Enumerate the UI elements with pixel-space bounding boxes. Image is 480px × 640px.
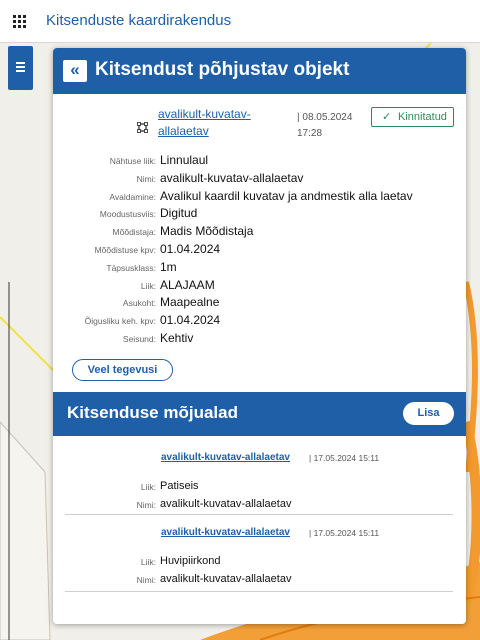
more-actions-button[interactable]: Veel tegevusi	[72, 359, 173, 381]
property-row: Seisund: Kehtiv	[53, 330, 466, 348]
zone-name-label: Nimi:	[136, 575, 156, 585]
zone-type-value: Patiseis	[160, 480, 199, 492]
property-label: Mõõdistaja:	[112, 227, 156, 238]
property-label: Nimi:	[136, 173, 156, 184]
zone-name-label: Nimi:	[136, 500, 156, 510]
zones-section-title: Kitsenduse mõjualad	[67, 403, 238, 422]
property-row: Mõõdistuse kpv: 01.04.2024	[53, 241, 466, 259]
property-row: Liik: ALAJAAM	[53, 277, 466, 295]
object-square-icon	[137, 122, 148, 133]
status-badge-label: Kinnitatud	[398, 111, 447, 123]
zone-item: avalikult-kuvatav-allalaetav | 17.05.202…	[53, 527, 466, 587]
property-label: Õigusliku keh. kpv:	[84, 316, 156, 327]
property-value: ALAJAAM	[160, 277, 215, 292]
property-row: Avaldamine: Avalikul kaardil kuvatav ja a…	[53, 188, 466, 206]
object-summary: avalikult-kuvatav-allalaetav | 08.05.202…	[53, 106, 466, 150]
property-label: Nähtuse liik:	[109, 156, 156, 166]
panel-header: « Kitsendust põhjustav objekt	[53, 48, 466, 94]
zone-type-label: Liik:	[140, 482, 156, 492]
object-panel: « Kitsendust põhjustav objekt avalikult-…	[53, 48, 466, 624]
zone-name-value: avalikult-kuvatav-allalaetav	[160, 498, 292, 510]
object-date: | 08.05.2024 17:28	[297, 112, 353, 139]
zone-name-value: avalikult-kuvatav-allalaetav	[160, 573, 292, 585]
zone-type-label: Liik:	[140, 557, 156, 567]
property-label: Moodustusviis:	[99, 209, 156, 220]
property-row: Mõõdistaja: Madis Mõõdistaja	[53, 223, 466, 241]
property-row: Moodustusviis: Digitud	[53, 205, 466, 223]
property-value: 01.04.2024	[160, 313, 221, 328]
object-link[interactable]: avalikult-kuvatav-allalaetav	[158, 106, 278, 140]
check-icon: ✓	[382, 111, 392, 123]
object-properties: Nähtuse liik: Linnulaul Nimi: avalikult-ku…	[53, 152, 466, 348]
property-row: Õigusliku keh. kpv: 01.04.2024	[53, 312, 466, 330]
app-title: Kitsenduste kaardirakendus	[46, 12, 232, 29]
property-label: Liik:	[140, 280, 156, 291]
zone-item: avalikult-kuvatav-allalaetav | 17.05.202…	[53, 452, 466, 512]
property-value: Kehtiv	[160, 330, 194, 345]
zone-link[interactable]: avalikult-kuvatav-allalaetav	[161, 452, 290, 463]
divider	[65, 591, 453, 592]
divider	[65, 514, 453, 515]
apps-grid-icon[interactable]	[13, 15, 26, 28]
top-bar: Kitsenduste kaardirakendus	[0, 0, 480, 43]
panel-title: Kitsendust põhjustav objekt	[95, 59, 350, 80]
property-label: Täpsusklass:	[106, 262, 156, 273]
property-label: Mõõdistuse kpv:	[94, 244, 156, 255]
layers-panel-toggle[interactable]	[8, 46, 33, 90]
property-row: Asukoht: Maapealne	[53, 294, 466, 312]
property-value: Madis Mõõdistaja	[160, 224, 254, 239]
zone-timestamp: | 17.05.2024 15:11	[309, 528, 380, 538]
property-label: Avaldamine:	[109, 191, 156, 202]
zone-link[interactable]: avalikult-kuvatav-allalaetav	[161, 527, 290, 538]
double-chevron-left-icon[interactable]: «	[63, 60, 87, 82]
property-value: Digitud	[160, 206, 198, 221]
property-value: Maapealne	[160, 295, 220, 310]
zones-section-header: Kitsenduse mõjualad Lisa	[53, 392, 466, 436]
property-value: 01.04.2024	[160, 241, 221, 256]
status-badge: ✓ Kinnitatud	[371, 107, 454, 127]
property-row: Täpsusklass: 1m	[53, 259, 466, 277]
property-value: Linnulaul	[160, 153, 209, 167]
property-value: Avalikul kaardil kuvatav ja andmestik al…	[160, 188, 413, 203]
zone-type-value: Huvipiirkond	[160, 555, 221, 567]
zone-timestamp: | 17.05.2024 15:11	[309, 453, 380, 463]
property-row: Nimi: avalikult-kuvatav-allalaetav	[53, 170, 466, 188]
add-zone-button[interactable]: Lisa	[403, 402, 454, 425]
layers-icon	[16, 62, 25, 72]
property-value: avalikult-kuvatav-allalaetav	[160, 170, 304, 185]
property-row: Nähtuse liik: Linnulaul	[53, 152, 466, 170]
property-label: Seisund:	[122, 333, 156, 344]
property-label: Asukoht:	[122, 298, 156, 309]
property-value: 1m	[160, 259, 177, 274]
